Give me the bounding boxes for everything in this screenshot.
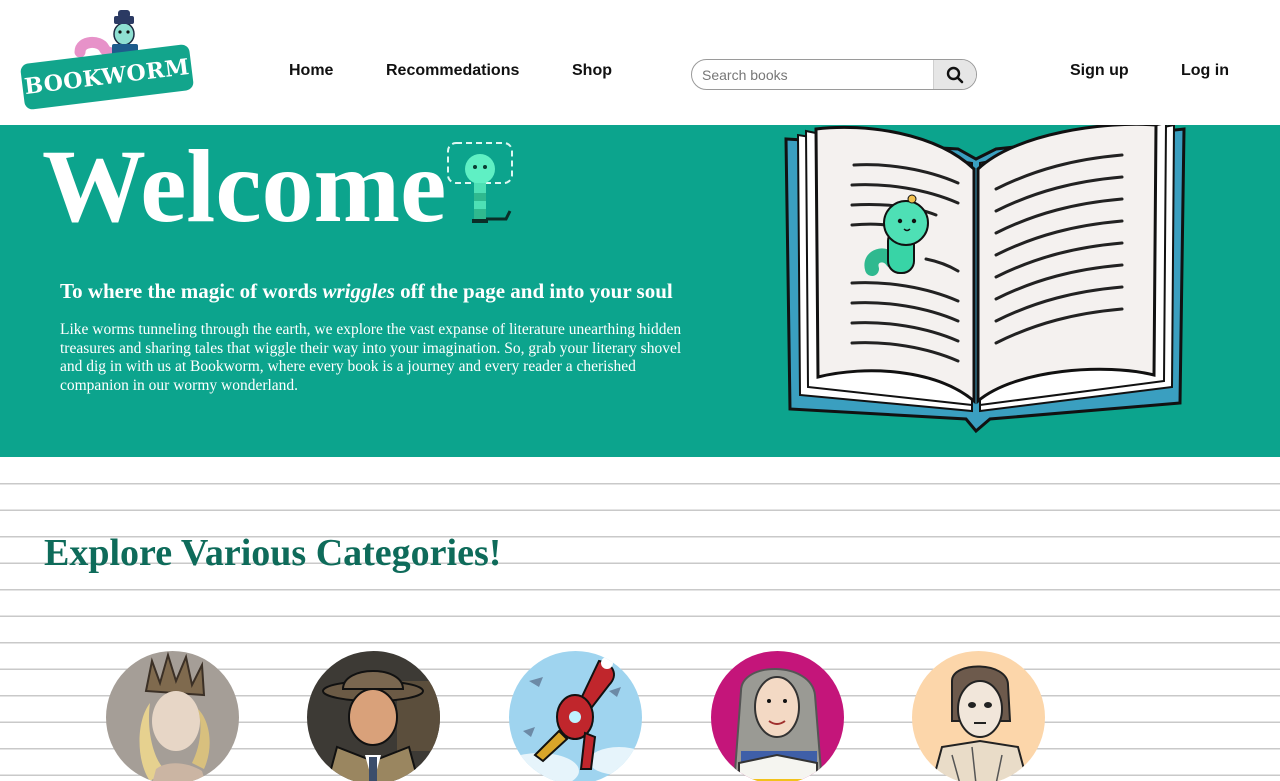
signup-link[interactable]: Sign up bbox=[1070, 62, 1129, 80]
search-icon bbox=[946, 66, 964, 83]
detective-illustration bbox=[307, 651, 440, 781]
category-horror[interactable] bbox=[912, 651, 1045, 781]
nav-home[interactable]: Home bbox=[289, 62, 333, 80]
welcome-title: Welcome bbox=[42, 129, 447, 244]
login-link[interactable]: Log in bbox=[1181, 62, 1229, 80]
search-bar bbox=[691, 59, 977, 90]
hero-subtitle: To where the magic of words wriggles off… bbox=[60, 279, 673, 304]
bookworm-logo[interactable]: BOOKWORM bbox=[14, 10, 199, 111]
category-superhero[interactable] bbox=[509, 651, 642, 781]
hero-subtitle-start: To where the magic of words bbox=[60, 279, 323, 303]
nav-shop[interactable]: Shop bbox=[572, 62, 612, 80]
hero-banner: Welcome To where the magic of words wrig… bbox=[0, 125, 1280, 457]
hero-subtitle-emphasis: wriggles bbox=[322, 279, 395, 303]
logo-text: BOOKWORM bbox=[22, 53, 192, 101]
categories-title: Explore Various Categories! bbox=[44, 532, 502, 574]
nav-recommendations[interactable]: Recommedations bbox=[386, 62, 519, 80]
category-childrens[interactable] bbox=[711, 651, 844, 781]
category-fantasy[interactable] bbox=[106, 651, 239, 781]
masked-figure-illustration bbox=[912, 651, 1045, 781]
pixel-worm-icon bbox=[447, 142, 513, 223]
search-button[interactable] bbox=[933, 60, 976, 89]
logo-badge: BOOKWORM bbox=[19, 43, 195, 111]
hero-description: Like worms tunneling through the earth, … bbox=[60, 321, 682, 394]
open-book-illustration bbox=[784, 125, 1186, 434]
reading-girl-illustration bbox=[711, 651, 844, 781]
category-mystery[interactable] bbox=[307, 651, 440, 781]
search-input[interactable] bbox=[692, 60, 934, 89]
hero-subtitle-end: off the page and into your soul bbox=[394, 279, 673, 303]
crowned-queen-illustration bbox=[106, 651, 239, 781]
flying-hero-illustration bbox=[509, 651, 642, 781]
site-header: BOOKWORM Home Recommedations Shop Sign u… bbox=[0, 0, 1280, 125]
